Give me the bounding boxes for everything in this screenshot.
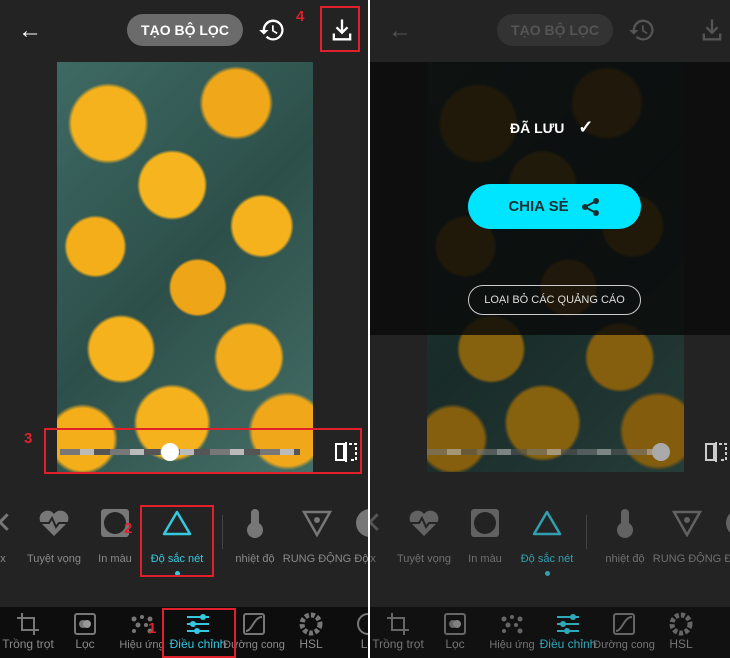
crop-icon xyxy=(387,613,409,635)
saved-status: ĐÃ LƯU ✓ xyxy=(510,117,594,137)
nav-layer[interactable]: Lớ xyxy=(332,611,368,651)
tool-do-lex[interactable]: Độ lex xyxy=(330,505,368,565)
x-icon: ✕ xyxy=(0,506,13,541)
annotation-number: 1 xyxy=(148,620,157,637)
heartbeat-icon xyxy=(409,510,439,536)
sharpness-slider[interactable] xyxy=(427,449,667,455)
annotation-box-tool xyxy=(140,505,214,577)
filter-icon xyxy=(74,613,96,635)
annotation-number: 4 xyxy=(296,8,305,25)
share-button[interactable]: CHIA SẺ xyxy=(468,184,641,229)
annotation-box-download xyxy=(320,6,360,52)
partial-icon xyxy=(356,509,368,537)
create-filter-button[interactable]: TẠO BỘ LỌC xyxy=(127,14,243,46)
hsl-icon xyxy=(299,612,323,636)
filter-icon xyxy=(444,613,466,635)
thermometer-icon xyxy=(247,509,263,538)
vibrance-icon xyxy=(302,510,332,537)
triangle-icon xyxy=(532,510,562,536)
photo-preview xyxy=(57,62,313,472)
thermometer-icon xyxy=(617,509,633,538)
editor-panel-right: ← TẠO BỘ LỌC ✕ex Tuyệt vọng In màu Độ sắ… xyxy=(370,0,730,658)
annotation-number: 3 xyxy=(24,430,33,447)
top-bar: ← TẠO BỘ LỌC xyxy=(0,0,368,62)
share-icon xyxy=(581,197,599,216)
curve-icon xyxy=(613,613,635,635)
history-icon[interactable] xyxy=(258,16,286,44)
x-icon: ✕ xyxy=(370,506,383,541)
partial-icon xyxy=(726,509,730,537)
annotation-number: 2 xyxy=(124,520,133,537)
active-indicator xyxy=(544,571,550,576)
nav-hsl[interactable]: HSL xyxy=(645,611,717,651)
bottom-nav: Trồng trọt Lọc Hiệu ứng Điều chỉnh Đường… xyxy=(370,607,730,658)
download-icon[interactable] xyxy=(698,16,726,44)
vibrance-icon xyxy=(672,510,702,537)
checkmark-icon: ✓ xyxy=(578,117,594,137)
back-arrow-icon[interactable]: ← xyxy=(388,18,414,44)
history-icon[interactable] xyxy=(628,16,656,44)
layer-icon xyxy=(357,613,368,635)
create-filter-button[interactable]: TẠO BỘ LỌC xyxy=(497,14,613,46)
sliders-icon xyxy=(557,614,579,634)
compare-icon[interactable] xyxy=(704,441,728,463)
divider xyxy=(586,515,587,549)
editor-panel-left: ← TẠO BỘ LỌC ✕ex Tuyệt vọng In màu Độ sắ… xyxy=(0,0,368,658)
back-arrow-icon[interactable]: ← xyxy=(18,18,44,44)
top-bar: ← TẠO BỘ LỌC xyxy=(370,0,730,62)
curve-icon xyxy=(243,613,265,635)
vignette-icon xyxy=(471,509,499,537)
adjustment-tools: ✕ex Tuyệt vọng In màu Độ sắc nét nhiệt đ… xyxy=(370,505,730,585)
effects-icon xyxy=(501,615,523,634)
hsl-icon xyxy=(669,612,693,636)
divider xyxy=(222,515,223,549)
remove-ads-button[interactable]: LOẠI BỎ CÁC QUẢNG CÁO xyxy=(468,285,641,315)
heartbeat-icon xyxy=(39,510,69,536)
tool-do-sac-net[interactable]: Độ sắc nét xyxy=(507,505,587,576)
annotation-box-nav xyxy=(162,608,236,658)
slider-handle[interactable] xyxy=(652,443,670,461)
tool-do-lex[interactable]: Độ lex xyxy=(700,505,730,565)
annotation-box-slider xyxy=(44,428,362,474)
crop-icon xyxy=(17,613,39,635)
